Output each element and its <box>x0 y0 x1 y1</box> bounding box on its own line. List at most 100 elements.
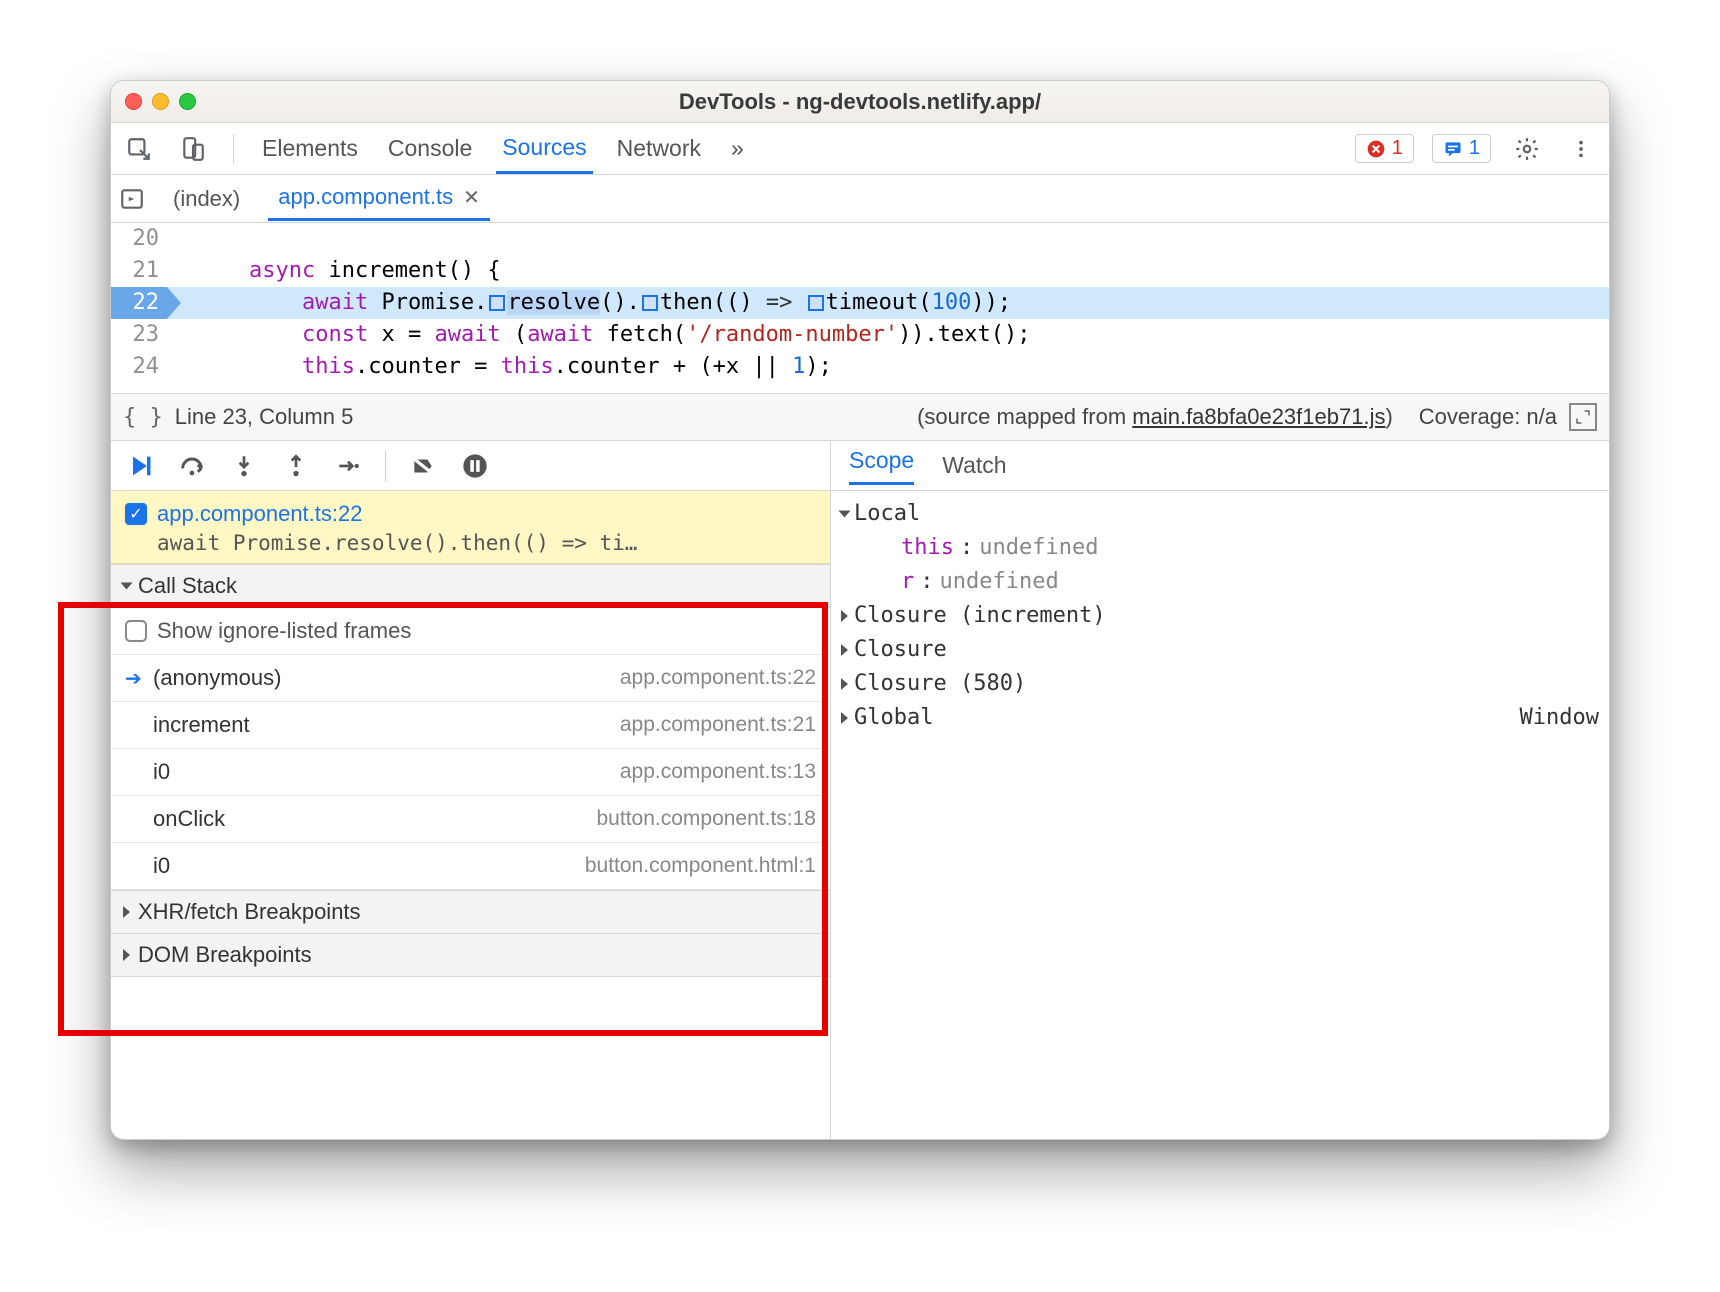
chevron-right-icon <box>123 949 130 961</box>
frame-location: app.component.ts:13 <box>620 760 816 784</box>
section-title: Call Stack <box>138 573 237 599</box>
file-tab-app-component[interactable]: app.component.ts ✕ <box>268 176 490 221</box>
chevron-down-icon[interactable] <box>839 511 851 518</box>
left-pane: ✓ app.component.ts:22 await Promise.reso… <box>111 441 831 1139</box>
tab-watch[interactable]: Watch <box>942 452 1006 479</box>
chevron-right-icon[interactable] <box>841 610 848 622</box>
frame-function: (anonymous) <box>153 665 281 691</box>
settings-icon[interactable] <box>1509 131 1545 167</box>
async-step-marker-icon[interactable] <box>489 295 505 311</box>
scope-closure: Closure (580) <box>854 667 1026 701</box>
line-number-active[interactable]: 22 <box>111 287 167 319</box>
callstack-header[interactable]: Call Stack <box>111 564 830 608</box>
line-number[interactable]: 23 <box>111 319 167 351</box>
issues-badge[interactable]: 1 <box>1432 134 1491 163</box>
tab-more[interactable]: » <box>725 125 750 172</box>
line-number[interactable]: 21 <box>111 255 167 287</box>
callstack-frame[interactable]: onClick button.component.ts:18 <box>111 796 830 843</box>
deactivate-breakpoints-icon[interactable] <box>408 451 438 481</box>
error-badge[interactable]: 1 <box>1355 134 1414 163</box>
breakpoint-checkbox[interactable]: ✓ <box>125 503 147 525</box>
tab-console[interactable]: Console <box>382 125 478 172</box>
file-tab-index[interactable]: (index) <box>163 178 250 220</box>
frame-location: button.component.html:1 <box>585 854 816 878</box>
code-line: async increment() { <box>231 255 501 287</box>
panel-toolbar: Elements Console Sources Network » 1 1 <box>111 123 1609 175</box>
xhr-breakpoints-header[interactable]: XHR/fetch Breakpoints <box>111 890 830 934</box>
frame-function: i0 <box>153 853 170 879</box>
paused-snippet: await Promise.resolve().then(() => ti… <box>125 531 816 555</box>
chevron-down-icon <box>121 583 133 590</box>
checkbox[interactable] <box>125 620 147 642</box>
async-step-marker-icon[interactable] <box>642 295 658 311</box>
frame-location: button.component.ts:18 <box>597 807 817 831</box>
inspect-element-icon[interactable] <box>121 131 157 167</box>
device-toggle-icon[interactable] <box>175 131 211 167</box>
callstack-frame[interactable]: i0 button.component.html:1 <box>111 843 830 890</box>
line-number[interactable]: 20 <box>111 223 167 255</box>
step-icon[interactable] <box>333 451 363 481</box>
expand-icon[interactable] <box>1569 403 1597 431</box>
cursor-position: Line 23, Column 5 <box>175 404 354 430</box>
step-over-icon[interactable] <box>177 451 207 481</box>
error-count: 1 <box>1392 137 1403 160</box>
scope-tree[interactable]: Local this: undefined r: undefined Closu… <box>831 491 1609 745</box>
navigator-toggle-icon[interactable] <box>119 186 145 212</box>
frame-function: onClick <box>153 806 225 832</box>
frame-location: app.component.ts:21 <box>620 713 816 737</box>
callstack-frame[interactable]: ➔ (anonymous) app.component.ts:22 <box>111 655 830 702</box>
frame-location: app.component.ts:22 <box>620 666 816 690</box>
show-ignored-frames-row[interactable]: Show ignore-listed frames <box>111 608 830 655</box>
paused-banner: ✓ app.component.ts:22 await Promise.reso… <box>111 491 830 564</box>
scope-var: this <box>901 531 954 565</box>
chevron-right-icon[interactable] <box>841 644 848 656</box>
file-tab-label: app.component.ts <box>278 184 453 210</box>
scope-global: Global <box>854 701 933 735</box>
line-number[interactable]: 24 <box>111 351 167 383</box>
dom-breakpoints-header[interactable]: DOM Breakpoints <box>111 934 830 977</box>
code-line: const x = await (await fetch('/random-nu… <box>231 319 1031 351</box>
callstack-frame[interactable]: increment app.component.ts:21 <box>111 702 830 749</box>
separator <box>233 134 234 164</box>
paused-location[interactable]: app.component.ts:22 <box>157 501 362 527</box>
kebab-menu-icon[interactable] <box>1563 131 1599 167</box>
resume-icon[interactable] <box>125 451 155 481</box>
window-title: DevTools - ng-devtools.netlify.app/ <box>111 89 1609 115</box>
sourcemap-info: (source mapped from main.fa8bfa0e23f1eb7… <box>917 404 1393 430</box>
frame-function: increment <box>153 712 250 738</box>
tab-sources[interactable]: Sources <box>496 124 592 174</box>
tab-elements[interactable]: Elements <box>256 125 364 172</box>
scope-value: undefined <box>979 531 1098 565</box>
debugger-toolbar <box>111 441 830 491</box>
sourcemap-link[interactable]: main.fa8bfa0e23f1eb71.js <box>1132 404 1385 429</box>
tab-scope[interactable]: Scope <box>849 447 914 485</box>
coverage-info: Coverage: n/a <box>1419 404 1557 430</box>
close-icon[interactable]: ✕ <box>463 185 480 210</box>
tab-network[interactable]: Network <box>611 125 707 172</box>
file-tabstrip: (index) app.component.ts ✕ <box>111 175 1609 223</box>
scope-closure: Closure <box>854 633 947 667</box>
code-editor[interactable]: 20 21async increment() { 22 await Promis… <box>111 223 1609 393</box>
debugger-panes: ✓ app.component.ts:22 await Promise.reso… <box>111 441 1609 1139</box>
pause-on-exceptions-icon[interactable] <box>460 451 490 481</box>
async-step-marker-icon[interactable] <box>808 295 824 311</box>
current-frame-icon: ➔ <box>125 666 143 691</box>
code-line: this.counter = this.counter + (+x || 1); <box>231 351 832 383</box>
file-tab-label: (index) <box>173 186 240 212</box>
scope-closure: Closure (increment) <box>854 599 1106 633</box>
callstack-frame[interactable]: i0 app.component.ts:13 <box>111 749 830 796</box>
frame-function: i0 <box>153 759 170 785</box>
chevron-right-icon[interactable] <box>841 678 848 690</box>
scope-value: undefined <box>940 565 1059 599</box>
devtools-window: DevTools - ng-devtools.netlify.app/ Elem… <box>110 80 1610 1140</box>
section-title: XHR/fetch Breakpoints <box>138 899 361 925</box>
step-out-icon[interactable] <box>281 451 311 481</box>
editor-statusbar: { } Line 23, Column 5 (source mapped fro… <box>111 393 1609 441</box>
section-title: DOM Breakpoints <box>138 942 312 968</box>
chevron-right-icon[interactable] <box>841 712 848 724</box>
chevron-right-icon <box>123 906 130 918</box>
scope-watch-tabs: Scope Watch <box>831 441 1609 491</box>
checkbox-label: Show ignore-listed frames <box>157 618 411 644</box>
step-into-icon[interactable] <box>229 451 259 481</box>
pretty-print-icon[interactable]: { } <box>123 405 163 430</box>
